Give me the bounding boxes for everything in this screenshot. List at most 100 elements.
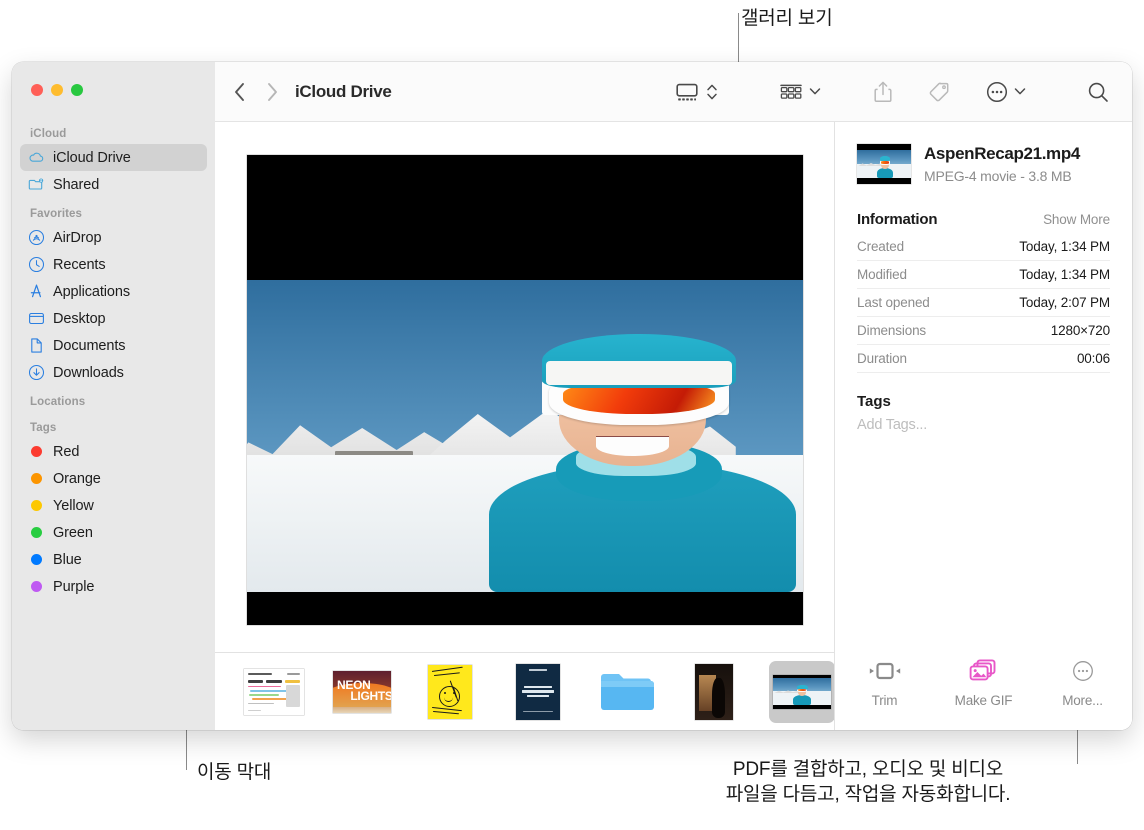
sidebar-item-label: Green [53,524,93,541]
make-gif-icon [968,656,1000,686]
main-area: iCloud Drive NEON LIGHTS AspenRecap21.mp… [215,62,1132,730]
show-more-link[interactable]: Show More [1043,212,1110,227]
filmstrip-item-silhouette-photo[interactable] [681,661,747,723]
airdrop-icon [28,229,45,246]
downloads-icon [28,364,45,381]
trim-icon [868,656,902,686]
ellipsis-circle-icon [1071,656,1095,686]
sidebar-item-label: Applications [53,283,130,300]
quick-action-more[interactable]: More... [1040,656,1126,708]
chevron-up-down-icon[interactable] [706,81,718,103]
thumb-text-lights: LIGHTS [350,688,391,703]
preview-stage [215,122,834,652]
document-icon [28,337,45,354]
quick-action-label: Make GIF [954,693,1013,708]
gallery-view-icon[interactable] [675,81,699,103]
filmstrip-item-aspen-recap-video[interactable] [769,660,834,723]
quick-action-make-gif[interactable]: Make GIF [941,656,1027,708]
info-value: Today, 1:34 PM [1019,239,1110,254]
information-title: Information [857,211,938,228]
scrub-bar[interactable]: NEON LIGHTS [215,652,834,730]
sidebar-section-favorites-header: Favorites [30,208,83,220]
action-menu-group [985,80,1026,104]
search-icon[interactable] [1086,80,1110,104]
filmstrip-item-infographic-document[interactable] [241,661,307,723]
info-key: Duration [857,351,907,366]
filmstrip-item-exhibit-poster[interactable] [505,661,571,723]
forward-icon[interactable] [266,82,279,102]
applications-icon [28,283,45,300]
annotation-quick-actions: PDF를 결합하고, 오디오 및 비디오 파일을 다듬고, 작업을 자동화합니다… [725,759,1011,806]
sidebar-item-desktop[interactable]: Desktop [20,305,207,332]
info-key: Modified [857,267,907,282]
sidebar-item-label: Purple [53,578,95,595]
preview-column: NEON LIGHTS [215,122,835,730]
info-key: Last opened [857,295,930,310]
tag-dot-icon [28,470,45,487]
info-scroll-area[interactable]: AspenRecap21.mp4 MPEG-4 movie - 3.8 MB I… [835,122,1132,642]
group-grid-icon[interactable] [778,81,804,103]
tag-dot-icon [28,551,45,568]
sidebar-item-airdrop[interactable]: AirDrop [20,224,207,251]
share-icon[interactable] [873,80,893,104]
info-row-duration: Duration 00:06 [857,345,1110,373]
chevron-down-icon[interactable] [1014,83,1026,101]
ellipsis-circle-icon[interactable] [985,80,1009,104]
toolbar: iCloud Drive [215,62,1132,122]
sidebar-item-label: Yellow [53,497,94,514]
minimize-button[interactable] [51,84,63,96]
sidebar-item-tag-yellow[interactable]: Yellow [20,492,207,519]
file-title-block: AspenRecap21.mp4 MPEG-4 movie - 3.8 MB [924,144,1080,183]
sidebar-item-tag-red[interactable]: Red [20,438,207,465]
back-icon[interactable] [233,82,246,102]
info-row-modified: Modified Today, 1:34 PM [857,261,1110,289]
sidebar-item-applications[interactable]: Applications [20,278,207,305]
sidebar-item-label: Recents [53,256,106,273]
preview-media[interactable] [246,155,803,625]
sidebar-section-tags-header: Tags [30,422,57,434]
sidebar-item-label: AirDrop [53,229,102,246]
finder-window: iCloud iCloud Drive Shared Favorites Air… [12,62,1132,730]
zoom-button[interactable] [71,84,83,96]
annotation-gallery-view: 갤러리 보기 [741,8,833,29]
sidebar-item-label: Red [53,443,80,460]
filmstrip-item-thank-you-poster[interactable] [417,661,483,723]
sidebar-item-tag-green[interactable]: Green [20,519,207,546]
info-key: Created [857,239,904,254]
sidebar-item-recents[interactable]: Recents [20,251,207,278]
video-frame [246,279,803,593]
toolbar-right-group [675,80,1110,104]
window-controls [31,84,83,96]
thumbnail [773,674,831,709]
shared-folder-icon [28,176,45,193]
tag-dot-icon [28,578,45,595]
sidebar-section-locations-header: Locations [30,396,86,408]
close-button[interactable] [31,84,43,96]
thumbnail [516,663,560,720]
thumbnail [244,668,304,715]
skier-subject [469,323,803,593]
thumbnail [695,663,733,720]
quick-action-trim[interactable]: Trim [842,656,928,708]
sidebar-item-downloads[interactable]: Downloads [20,359,207,386]
sidebar-item-tag-orange[interactable]: Orange [20,465,207,492]
sidebar-item-tag-purple[interactable]: Purple [20,573,207,600]
sidebar-item-documents[interactable]: Documents [20,332,207,359]
sidebar-item-tag-blue[interactable]: Blue [20,546,207,573]
info-panel: AspenRecap21.mp4 MPEG-4 movie - 3.8 MB I… [835,122,1132,730]
sidebar-section-icloud-header: iCloud [30,128,67,140]
tag-dot-icon [28,443,45,460]
filmstrip-item-neon-lights-poster[interactable]: NEON LIGHTS [329,661,395,723]
tag-icon[interactable] [927,80,951,104]
filmstrip-item-folder[interactable] [593,661,659,723]
sidebar-item-shared[interactable]: Shared [20,171,207,198]
sidebar-item-label: iCloud Drive [53,149,131,166]
sidebar-item-label: Documents [53,337,126,354]
file-meta: MPEG-4 movie - 3.8 MB [924,167,1072,184]
quick-action-label: Trim [871,693,898,708]
chevron-down-icon[interactable] [809,83,821,101]
sidebar-item-icloud-drive[interactable]: iCloud Drive [20,144,207,171]
clock-icon [28,256,45,273]
add-tags-field[interactable]: Add Tags... [857,417,1110,433]
sidebar-scroll-area[interactable]: iCloud iCloud Drive Shared Favorites Air… [12,118,215,730]
